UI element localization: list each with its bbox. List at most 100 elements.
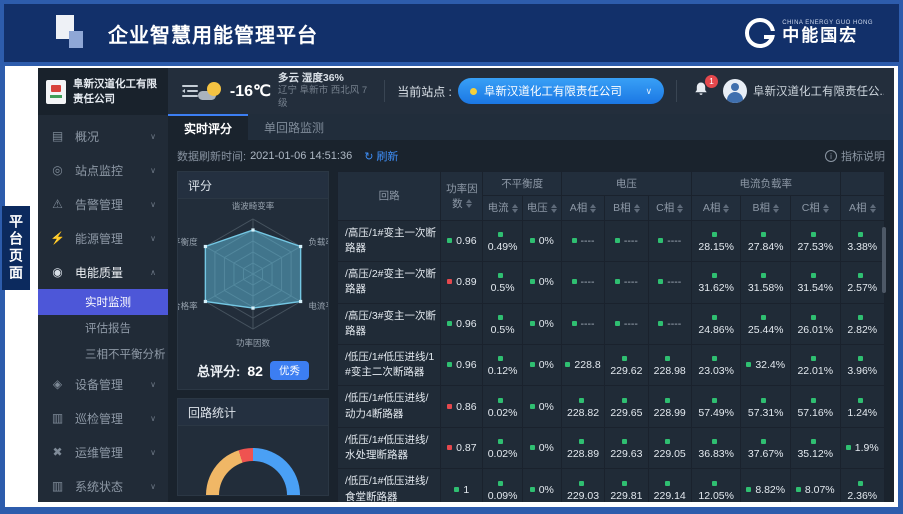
status-dot-icon: [811, 232, 816, 237]
sidebar-item-station-monitor[interactable]: ◎站点监控∨: [38, 153, 168, 187]
sort-icon[interactable]: [870, 201, 876, 216]
cell-value: 228.82: [561, 386, 604, 427]
sort-icon[interactable]: [677, 201, 683, 216]
status-dot-icon: [615, 321, 620, 326]
sidebar-item-device[interactable]: ◈设备管理∨: [38, 367, 168, 401]
status-dot-icon: [665, 398, 670, 403]
table-row[interactable]: /低压/1#低压进线/水处理断路器0.870.02%0%228.89229.63…: [338, 427, 885, 468]
cell-value: 26.01%: [790, 303, 840, 344]
circuit-name: /低压/1#低压进线/水处理断路器: [338, 427, 441, 468]
status-dot-icon: [746, 487, 751, 492]
status-dot-icon: [712, 481, 717, 486]
sidebar-item-overview[interactable]: ▤概况∨: [38, 119, 168, 153]
overview-icon: ▤: [50, 129, 65, 143]
cell-value: 228.8: [561, 345, 604, 386]
circuit-name: /低压/1#低压进线/食堂断路器: [338, 469, 441, 502]
cell-value: 31.54%: [790, 262, 840, 303]
cell-value: 0.87: [441, 427, 483, 468]
column-subheader: B相: [605, 196, 648, 221]
sidebar-item-maintenance[interactable]: ✖运维管理∨: [38, 435, 168, 469]
tab-realtime-score[interactable]: 实时评分: [168, 114, 248, 140]
user-menu[interactable]: 阜新汉道化工有限责任公...: [723, 79, 884, 103]
status-dot-icon: [447, 279, 452, 284]
status-dot-icon: [761, 439, 766, 444]
cell-value: 12.05%: [691, 469, 741, 502]
sidebar-subitem-realtime-monitor[interactable]: 实时监测: [38, 289, 168, 315]
sort-icon[interactable]: [512, 201, 518, 216]
cell-value: 8.07%: [790, 469, 840, 502]
sort-icon[interactable]: [723, 201, 729, 216]
cell-value: 0.89: [441, 262, 483, 303]
column-subheader: A相: [840, 196, 884, 221]
sidebar-item-inspection[interactable]: ▥巡检管理∨: [38, 401, 168, 435]
tab-single-circuit[interactable]: 单回路监测: [248, 114, 340, 140]
cell-value: 25.44%: [741, 303, 791, 344]
cell-value: 35.12%: [790, 427, 840, 468]
cell-value: ----: [561, 220, 604, 261]
platform-title: 企业智慧用能管理平台: [108, 19, 318, 48]
chevron-icon: ∨: [150, 380, 156, 389]
sort-icon[interactable]: [551, 201, 557, 216]
cell-value: 0.5%: [483, 303, 522, 344]
sort-icon[interactable]: [823, 201, 829, 216]
sort-icon[interactable]: [634, 201, 640, 216]
cell-value: ----: [605, 220, 648, 261]
status-dot-icon: [761, 398, 766, 403]
status-dot-icon: [665, 481, 670, 486]
chevron-icon: ∨: [150, 166, 156, 175]
sidebar-item-system-status[interactable]: ▥系统状态∨: [38, 469, 168, 502]
status-dot-icon: [454, 487, 459, 492]
cell-value: 0.5%: [483, 262, 522, 303]
station-select-dropdown[interactable]: 阜新汉道化工有限责任公司 ∨: [458, 78, 664, 104]
score-panel: 评分 谐波畸变率负载率电流平衡功率因数合格率不平衡度 总评分: 82 优秀: [177, 171, 329, 390]
status-dot-icon: [658, 279, 663, 284]
cell-value: 57.49%: [691, 386, 741, 427]
cell-value: 0%: [522, 220, 561, 261]
sort-icon[interactable]: [773, 201, 779, 216]
table-row[interactable]: /低压/1#低压进线/食堂断路器10.09%0%229.03229.81229.…: [338, 469, 885, 502]
sort-icon[interactable]: [590, 201, 596, 216]
sidebar-subitem-three-phase-analysis[interactable]: 三相不平衡分析: [38, 341, 168, 367]
sort-icon[interactable]: [466, 196, 472, 211]
table-row[interactable]: /高压/2#变主一次断路器0.890.5%0%------------31.62…: [338, 262, 885, 303]
status-dot-icon: [712, 232, 717, 237]
status-dot-icon: [579, 439, 584, 444]
indicator-help-link[interactable]: i指标说明: [825, 148, 885, 164]
cell-value: 0.09%: [483, 469, 522, 502]
status-dot-icon: [498, 439, 503, 444]
cell-value: 0.86: [441, 386, 483, 427]
company-logo-icon: [46, 80, 66, 104]
notification-bell[interactable]: 1: [689, 79, 713, 104]
divider: [676, 80, 677, 102]
table-row[interactable]: /低压/1#低压进线/动力4断路器0.860.02%0%228.82229.65…: [338, 386, 885, 427]
sidebar-collapse-icon[interactable]: [182, 85, 198, 97]
sidebar-subitem-evaluation-report[interactable]: 评估报告: [38, 315, 168, 341]
status-dot-icon: [712, 439, 717, 444]
status-dot-icon: [572, 321, 577, 326]
status-dot-icon: [746, 362, 751, 367]
radar-axis-label: 合格率: [178, 301, 198, 311]
cell-value: 229.14: [648, 469, 691, 502]
tab-bar: 实时评分 单回路监测: [168, 114, 894, 140]
table-scrollbar-thumb[interactable]: [882, 227, 886, 293]
sidebar-item-alarm[interactable]: ⚠告警管理∨: [38, 187, 168, 221]
cell-value: 0.96: [441, 303, 483, 344]
circuit-name: /高压/1#变主一次断路器: [338, 220, 441, 261]
score-grade-badge[interactable]: 优秀: [270, 361, 309, 380]
top-banner: 企业智慧用能管理平台 CHINA ENERGY GUO HONG 中能国宏: [4, 4, 899, 62]
location-dot-icon: [470, 88, 477, 95]
status-dot-icon: [579, 481, 584, 486]
cell-value: 228.99: [648, 386, 691, 427]
status-dot-icon: [447, 404, 452, 409]
platform-logo-icon: [56, 13, 90, 53]
table-row[interactable]: /高压/1#变主一次断路器0.960.49%0%------------28.1…: [338, 220, 885, 261]
table-row[interactable]: /高压/3#变主一次断路器0.960.5%0%------------24.86…: [338, 303, 885, 344]
chevron-icon: ∨: [150, 414, 156, 423]
sidebar-item-power-quality[interactable]: ◉电能质量∧: [38, 255, 168, 289]
table-row[interactable]: /低压/1#低压进线/1#变主二次断路器0.960.12%0%228.8229.…: [338, 345, 885, 386]
cell-value: 0.96: [441, 345, 483, 386]
refresh-button[interactable]: ↻刷新: [364, 148, 398, 164]
sidebar-item-energy[interactable]: ⚡能源管理∨: [38, 221, 168, 255]
alarm-bell-icon: ⚠: [50, 197, 65, 211]
status-dot-icon: [447, 362, 452, 367]
